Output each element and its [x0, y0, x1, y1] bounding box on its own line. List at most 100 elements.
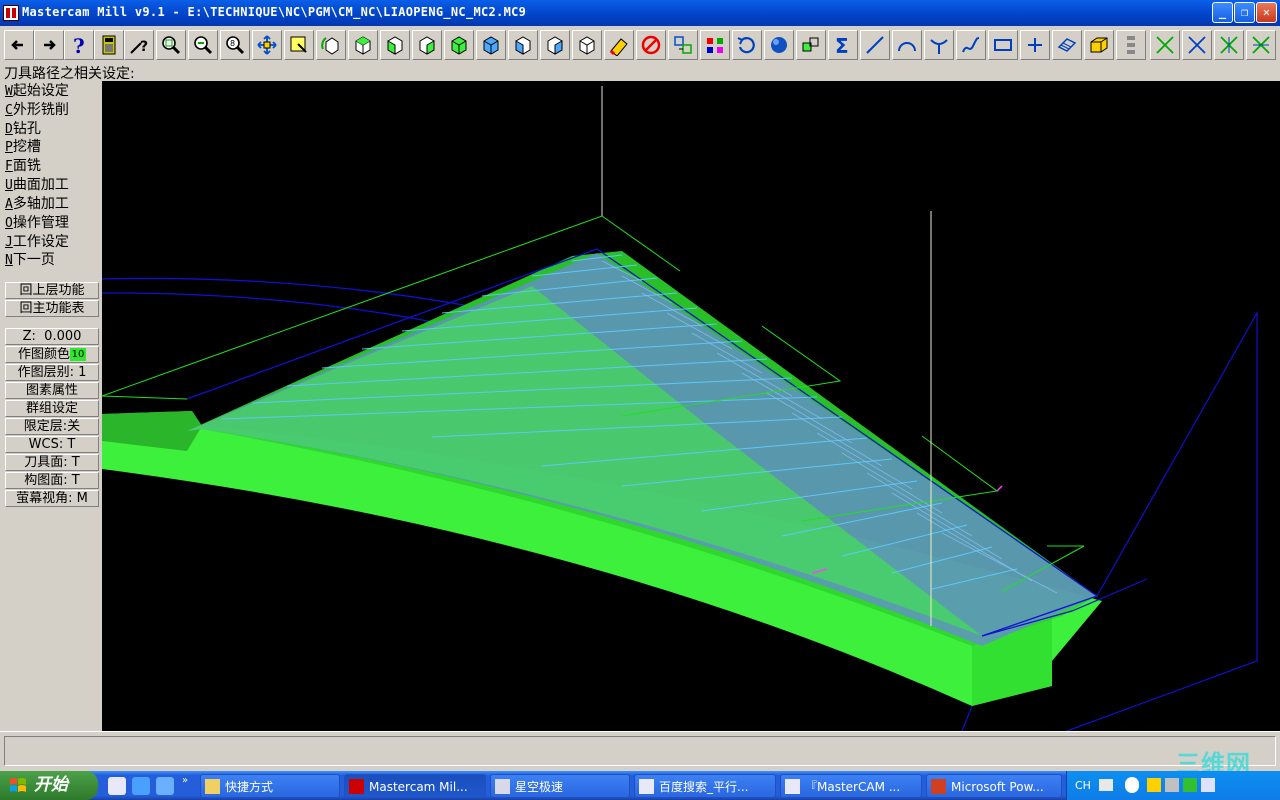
cube-view-1-icon[interactable] [476, 30, 506, 60]
arc-icon[interactable] [892, 30, 922, 60]
close-button[interactable]: ✕ [1256, 2, 1277, 23]
side-view-icon[interactable] [412, 30, 442, 60]
eraser-icon[interactable] [604, 30, 634, 60]
status-message-area [4, 736, 1276, 766]
rotate-view-icon[interactable] [316, 30, 346, 60]
zoom-previous-icon[interactable]: 8 [220, 30, 250, 60]
front-view-icon[interactable] [380, 30, 410, 60]
cube-view-2-icon[interactable] [508, 30, 538, 60]
graphics-viewport[interactable] [102, 81, 1280, 731]
cube-view-3-icon[interactable] [540, 30, 570, 60]
translate-icon[interactable] [668, 30, 698, 60]
top-view-icon[interactable] [348, 30, 378, 60]
quicklaunch-chevron-icon[interactable]: » [182, 775, 188, 786]
main-menu-button[interactable]: 回主功能表 [5, 300, 99, 317]
trim-icon[interactable] [1150, 30, 1180, 60]
tray-network-icon[interactable] [1165, 778, 1179, 792]
taskbar-item-shortcuts[interactable]: 快捷方式 [200, 774, 340, 798]
menu-item-job-setup[interactable]: W起始设定 [5, 82, 69, 100]
rectangle-icon[interactable] [988, 30, 1018, 60]
gview-button[interactable]: 萤幕视角: M [5, 490, 99, 507]
restore-button[interactable]: ❐ [1234, 2, 1255, 23]
part-geometry [102, 86, 1258, 731]
back-arrow-icon[interactable] [4, 30, 34, 60]
menu-item-multiaxis[interactable]: A多轴加工 [5, 195, 69, 213]
system-tray: CH [1066, 771, 1280, 800]
svg-text:Σ: Σ [835, 34, 849, 56]
wcs-button[interactable]: WCS: T [5, 436, 99, 453]
taskbar-item-powerpoint[interactable]: Microsoft Pow... [926, 774, 1062, 798]
ie-icon [639, 779, 654, 794]
spline-icon[interactable] [956, 30, 986, 60]
undo-icon[interactable] [732, 30, 762, 60]
taskbar-item-mastercam[interactable]: Mastercam Mil... [344, 774, 486, 798]
sphere-icon[interactable] [764, 30, 794, 60]
sigma-icon[interactable]: Σ [828, 30, 858, 60]
attributes-button[interactable]: 图素属性 [5, 382, 99, 399]
menu-item-next-page[interactable]: N下一页 [5, 251, 55, 269]
level-button[interactable]: 作图层别: 1 [5, 364, 99, 381]
start-label: 开始 [34, 775, 68, 795]
taskbar-item-network[interactable]: 星空极速 [490, 774, 630, 798]
analyze-icon[interactable]: ? [124, 30, 154, 60]
menu-item-drill[interactable]: D钻孔 [5, 120, 41, 138]
menu-item-contour[interactable]: C外形铣削 [5, 101, 69, 119]
cplane-button[interactable]: 构图面: T [5, 472, 99, 489]
powerpoint-icon [931, 779, 946, 794]
break-icon[interactable] [1182, 30, 1212, 60]
mirror-icon[interactable] [700, 30, 730, 60]
menu-item-face[interactable]: F面铣 [5, 157, 41, 175]
point-icon[interactable] [1020, 30, 1050, 60]
line-icon[interactable] [860, 30, 890, 60]
keyboard-icon[interactable] [1099, 779, 1113, 791]
start-button[interactable]: 开始 [0, 771, 98, 800]
group-icon[interactable] [796, 30, 826, 60]
mastercam-app-icon[interactable] [3, 5, 19, 21]
groups-button[interactable]: 群组设定 [5, 400, 99, 417]
svg-text:8: 8 [230, 39, 235, 48]
main-toolbar: ? ? 8 Σ [0, 26, 1280, 64]
zoom-window-icon[interactable] [156, 30, 186, 60]
ie-quicklaunch-icon[interactable] [132, 777, 150, 795]
fillet-icon[interactable] [924, 30, 954, 60]
tray-antivirus-icon[interactable] [1183, 778, 1197, 792]
solid-icon[interactable] [1084, 30, 1114, 60]
forward-arrow-icon[interactable] [34, 30, 64, 60]
menu-item-surface[interactable]: U曲面加工 [5, 176, 69, 194]
status-bar [0, 731, 1280, 771]
back-menu-button[interactable]: 回上层功能 [5, 282, 99, 299]
color-button[interactable]: 作图颜色 10 [5, 346, 99, 363]
tplane-button[interactable]: 刀具面: T [5, 454, 99, 471]
minimize-button[interactable]: _ [1212, 2, 1233, 23]
tray-expand-icon[interactable] [1125, 777, 1139, 793]
menu-item-job-setting[interactable]: J工作设定 [5, 233, 69, 251]
svg-text:?: ? [140, 39, 148, 55]
cube-view-4-icon[interactable] [572, 30, 602, 60]
taskbar-item-mastercam-forum[interactable]: 『MasterCAM ... [780, 774, 922, 798]
calculator-icon[interactable] [94, 30, 124, 60]
pan-icon[interactable] [252, 30, 282, 60]
menu-item-pocket[interactable]: P挖槽 [5, 138, 41, 156]
browser-quicklaunch-icon[interactable] [156, 777, 174, 795]
title-bar: Mastercam Mill v9.1 - E:\TECHNIQUE\NC\PG… [0, 0, 1280, 26]
modify-icon[interactable] [1246, 30, 1276, 60]
menu-item-operations[interactable]: O操作管理 [5, 214, 69, 232]
language-indicator[interactable]: CH [1075, 779, 1091, 792]
taskbar-item-baidu[interactable]: 百度搜索_平行... [634, 774, 776, 798]
tray-volume-icon[interactable] [1201, 778, 1215, 792]
zoom-out-icon[interactable] [188, 30, 218, 60]
select-icon[interactable] [284, 30, 314, 60]
surface-icon[interactable] [1052, 30, 1082, 60]
mask-button[interactable]: 限定层:关 [5, 418, 99, 435]
delete-icon[interactable] [636, 30, 666, 60]
z-depth-button[interactable]: Z: 0.000 [5, 328, 99, 345]
windows-flag-icon [10, 778, 26, 792]
iso-view-icon[interactable] [444, 30, 474, 60]
folder-icon [205, 779, 220, 794]
help-icon[interactable]: ? [64, 30, 94, 60]
levels-icon[interactable] [1116, 30, 1146, 60]
window-title: Mastercam Mill v9.1 - E:\TECHNIQUE\NC\PG… [22, 5, 527, 19]
tray-app-icon[interactable] [1147, 778, 1161, 792]
show-desktop-icon[interactable] [108, 777, 126, 795]
join-icon[interactable] [1214, 30, 1244, 60]
